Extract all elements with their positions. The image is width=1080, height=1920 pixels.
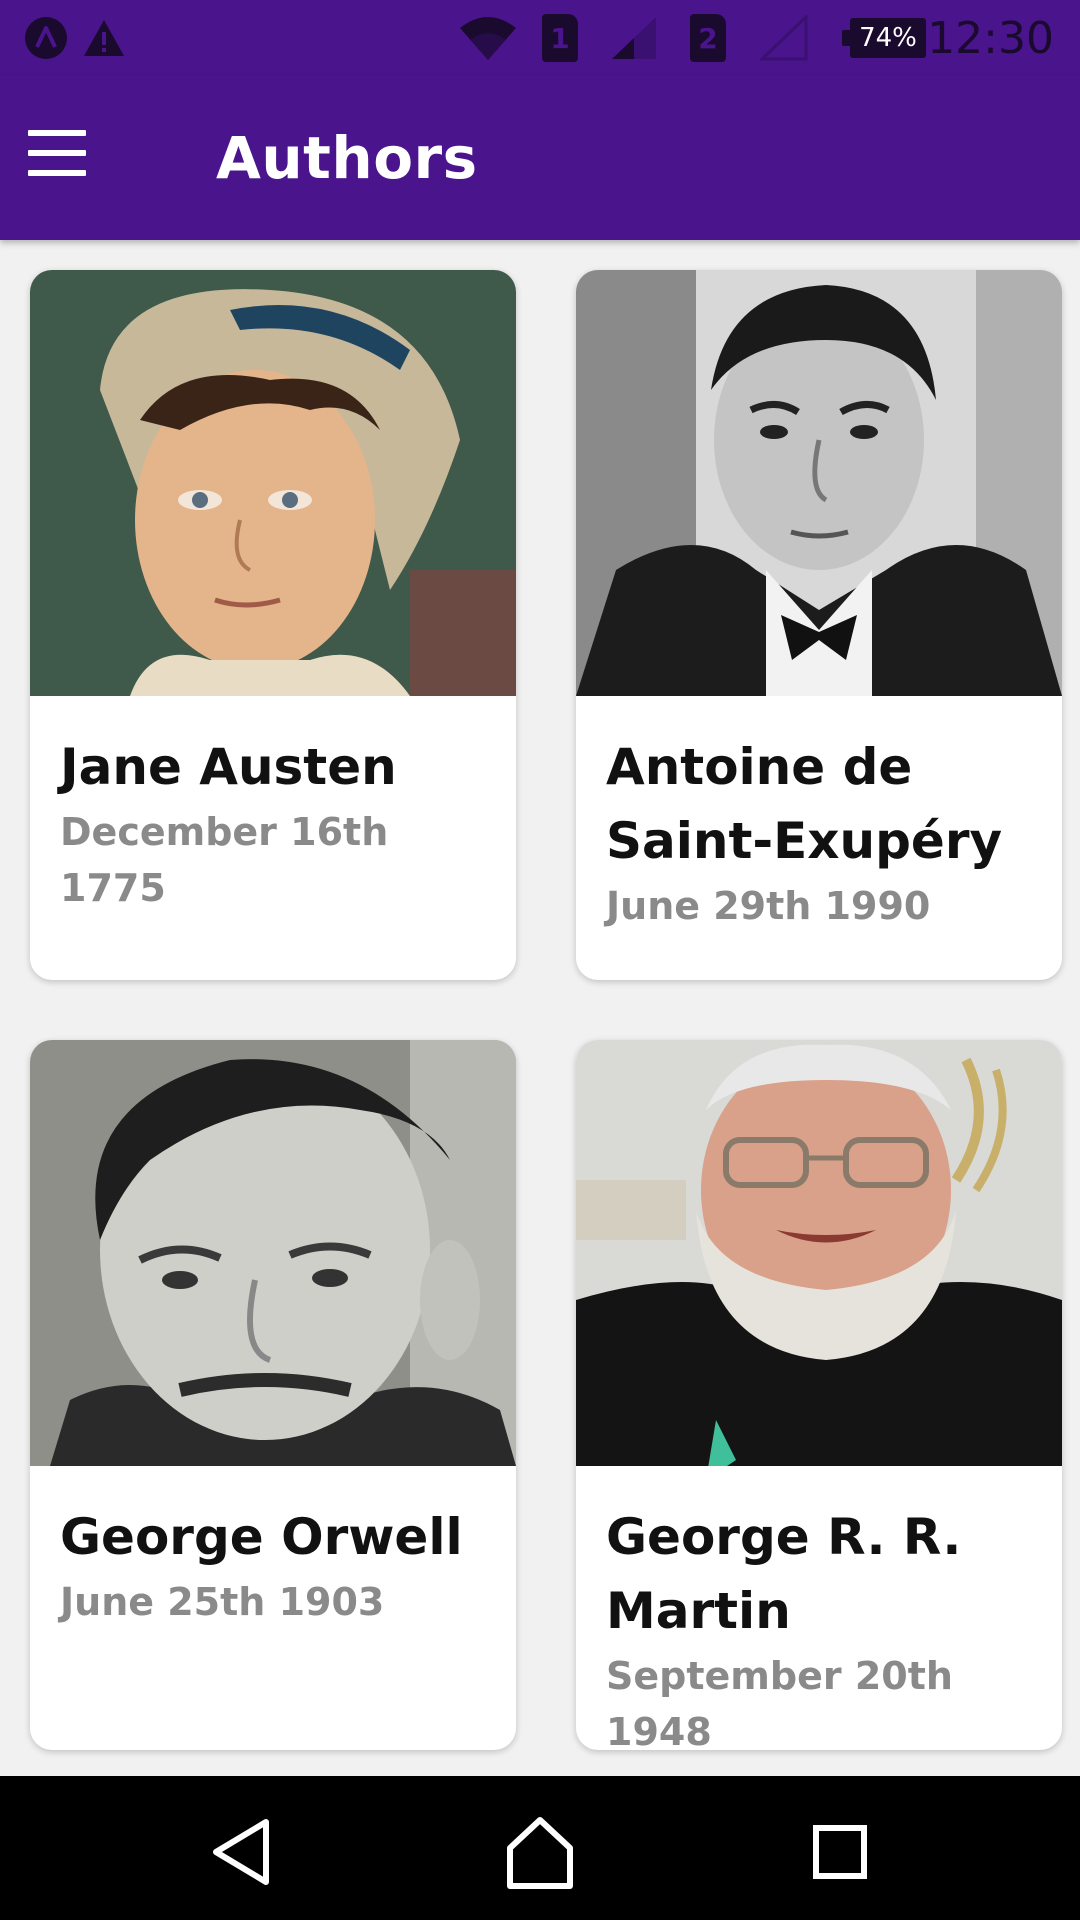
author-name-block: Jane Austen December 16th 1775 [60, 730, 500, 916]
author-card-george-orwell[interactable]: George Orwell June 25th 1903 [30, 1040, 516, 1750]
author-name: Antoine de Saint-Exupéry [606, 738, 1003, 870]
wifi-icon [458, 0, 518, 76]
back-icon[interactable] [202, 1812, 282, 1892]
author-date: June 29th 1990 [606, 884, 931, 928]
author-card-jane-austen[interactable]: Jane Austen December 16th 1775 [30, 270, 516, 980]
author-portrait [30, 1040, 516, 1466]
author-name: George Orwell [60, 1508, 463, 1566]
author-date: June 25th 1903 [60, 1580, 385, 1624]
system-nav-bar [0, 1776, 1080, 1920]
author-date: December 16th 1775 [60, 810, 389, 910]
author-card-george-r-r-martin[interactable]: George R. R. Martin September 20th 1948 [576, 1040, 1062, 1750]
signal-empty-icon [760, 0, 808, 76]
app-bar: Authors [0, 76, 1080, 240]
app-logo-icon [24, 0, 68, 76]
sim1-icon: 1 [542, 14, 578, 62]
author-name-block: George R. R. Martin September 20th 1948 [606, 1500, 1046, 1750]
author-card-antoine-de-saint-exupery[interactable]: Antoine de Saint-Exupéry June 29th 1990 [576, 270, 1062, 980]
status-time: 12:30 [927, 12, 1054, 64]
author-name-block: Antoine de Saint-Exupéry June 29th 1990 [606, 730, 1046, 934]
author-name: George R. R. Martin [606, 1508, 962, 1640]
author-portrait [30, 270, 516, 696]
author-name-block: George Orwell June 25th 1903 [60, 1500, 500, 1630]
recents-icon[interactable] [800, 1812, 880, 1892]
home-icon[interactable] [500, 1812, 580, 1892]
warning-icon [82, 0, 126, 76]
hamburger-menu-icon[interactable] [28, 130, 86, 176]
author-portrait [576, 270, 1062, 696]
sim2-icon: 2 [690, 14, 726, 62]
author-portrait [576, 1040, 1062, 1466]
page-title: Authors [216, 124, 478, 192]
author-name: Jane Austen [60, 738, 397, 796]
author-date: September 20th 1948 [606, 1654, 953, 1750]
status-bar: 1 2 74% 12:30 [0, 0, 1080, 76]
battery-icon: 74% [842, 18, 926, 58]
signal-icon [610, 0, 658, 76]
